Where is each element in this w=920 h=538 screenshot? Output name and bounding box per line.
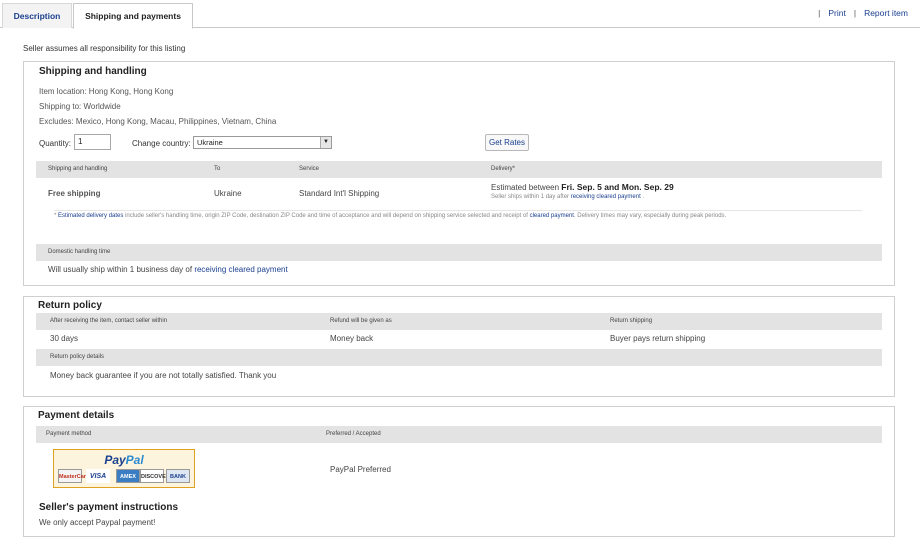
note-end: . Delivery times may vary, especially du… (573, 213, 727, 219)
item-location: Item location: Hong Kong, Hong Kong (39, 87, 174, 96)
report-item-link[interactable]: Report item (864, 8, 908, 18)
country-select-value: Ukraine (197, 138, 223, 147)
payment-instructions-title: Seller's payment instructions (39, 502, 179, 513)
return-details-text: Money back guarantee if you are not tota… (50, 371, 277, 380)
return-table-row: 30 days Money back Buyer pays return shi… (36, 334, 882, 349)
payment-title: Payment details (38, 410, 115, 421)
shipping-to: Shipping to: Worldwide (39, 102, 121, 111)
cleared-payment-link[interactable]: receiving cleared payment (571, 194, 641, 200)
domestic-text: Will usually ship within 1 business day … (48, 265, 193, 274)
return-window: 30 days (50, 334, 79, 343)
col-header: Service (299, 166, 320, 172)
discover-icon: DISCOVER (140, 469, 170, 483)
col-header: Delivery* (491, 166, 516, 172)
paypal-wordmark: PayPal (54, 453, 194, 467)
col-header: To (214, 166, 221, 172)
shipping-cost: Free shipping (48, 189, 101, 198)
handling-suffix: . (642, 194, 645, 200)
col-header: After receiving the item, contact seller… (50, 318, 168, 324)
paypal-preferred: PayPal Preferred (330, 465, 391, 474)
get-rates-button[interactable]: Get Rates (485, 134, 529, 151)
receiving-payment-link[interactable]: receiving cleared payment (194, 265, 287, 274)
refund-type: Money back (330, 334, 374, 343)
mastercard-icon: MasterCard (58, 469, 89, 483)
col-header: Return shipping (610, 318, 653, 324)
return-details-label: Return policy details (50, 354, 105, 360)
estimate-dates: Fri. Sep. 5 and Mon. Sep. 29 (561, 182, 674, 192)
domestic-handling-text: Will usually ship within 1 business day … (48, 265, 288, 274)
estimated-delivery-link[interactable]: Estimated delivery dates (58, 213, 123, 219)
excluded-countries: Excludes: Mexico, Hong Kong, Macau, Phil… (39, 117, 277, 126)
col-header: Payment method (46, 431, 92, 437)
domestic-handling-header: Domestic handling time (36, 244, 882, 261)
separator: | (853, 8, 857, 18)
col-header: Shipping and handling (48, 166, 108, 172)
paypal-logo: PayPal MasterCard VISA AMEX DISCOVER BAN… (53, 449, 195, 488)
top-links: | Print | Report item (810, 8, 908, 18)
col-header: Refund will be given as (330, 318, 392, 324)
payment-panel: Payment details Payment method Preferred… (23, 406, 895, 537)
tab-shipping-and-payments[interactable]: Shipping and payments (73, 3, 193, 29)
handling-prefix: Seller ships within 1 day after (491, 194, 570, 200)
return-table-header: After receiving the item, contact seller… (36, 313, 882, 330)
change-country-label: Change country: (132, 139, 191, 148)
cleared-payment-note-link[interactable]: cleared payment (530, 213, 574, 219)
payment-table-header: Payment method Preferred / Accepted (36, 426, 882, 443)
payment-instructions-text: We only accept Paypal payment! (39, 518, 156, 527)
shipping-service: Standard Int'l Shipping (299, 189, 380, 198)
tab-bar: Description Shipping and payments | Print… (0, 0, 920, 29)
delivery-note: * Estimated delivery dates include selle… (54, 210, 862, 221)
seller-disclaimer: Seller assumes all responsibility for th… (23, 44, 186, 53)
delivery-estimate: Estimated between Fri. Sep. 5 and Mon. S… (491, 182, 674, 192)
return-policy-title: Return policy (38, 300, 102, 311)
print-link[interactable]: Print (828, 8, 845, 18)
bank-icon: BANK (166, 469, 190, 483)
quantity-label: Quantity: (39, 139, 72, 148)
return-shipping: Buyer pays return shipping (610, 334, 706, 343)
chevron-down-icon: ▼ (320, 137, 331, 148)
shipping-title: Shipping and handling (39, 66, 147, 77)
note-middle: include seller's handling time, origin Z… (125, 213, 528, 219)
country-select[interactable]: Ukraine ▼ (193, 136, 332, 149)
shipping-panel: Shipping and handling Item location: Hon… (23, 61, 895, 286)
shipping-table-row: Free shipping Ukraine Standard Int'l Shi… (36, 179, 882, 209)
paypal-pay: Pay (104, 453, 126, 467)
return-details-header: Return policy details (36, 349, 882, 366)
amex-icon: AMEX (116, 469, 140, 483)
paypal-pal: Pal (125, 453, 144, 467)
ship-to-country: Ukraine (214, 189, 242, 198)
shipping-table-header: Shipping and handling To Service Deliver… (36, 161, 882, 178)
visa-icon: VISA (86, 469, 110, 483)
estimate-prefix: Estimated between (491, 183, 560, 192)
return-policy-panel: Return policy After receiving the item, … (23, 296, 895, 397)
tab-description[interactable]: Description (2, 3, 72, 28)
col-header: Preferred / Accepted (326, 431, 381, 437)
quantity-input[interactable]: 1 (74, 134, 111, 150)
handling-note: Seller ships within 1 day after receivin… (491, 194, 644, 200)
domestic-header-label: Domestic handling time (48, 249, 111, 255)
note-star: * (54, 213, 57, 219)
separator: | (818, 8, 821, 18)
